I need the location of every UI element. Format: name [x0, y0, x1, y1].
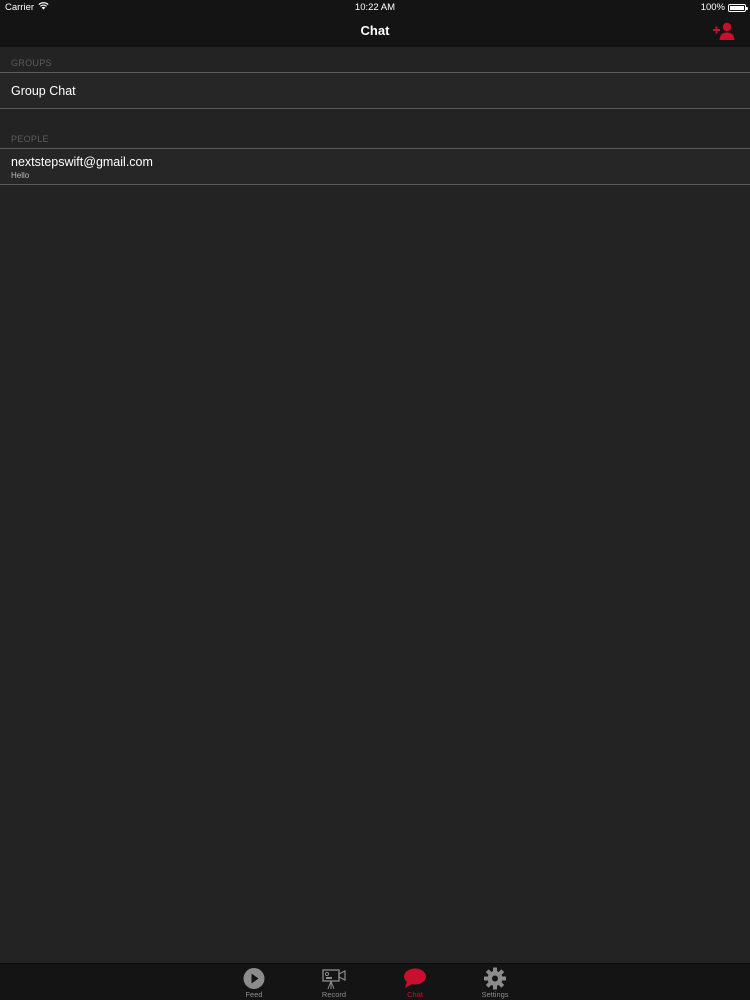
chat-bubble-icon	[404, 968, 426, 988]
section-header-people: PEOPLE	[11, 134, 49, 144]
list-item-title: Group Chat	[11, 84, 76, 98]
video-camera-icon	[322, 969, 346, 990]
tab-settings[interactable]: Settings	[455, 964, 535, 1000]
tab-label: Chat	[407, 990, 423, 999]
navigation-bar: Chat	[0, 16, 750, 47]
tab-label: Settings	[481, 990, 509, 999]
list-item-title: nextstepswift@gmail.com	[11, 155, 153, 169]
add-user-button[interactable]	[712, 21, 736, 41]
list-item-person[interactable]: nextstepswift@gmail.com Hello	[0, 148, 750, 185]
tab-bar: Feed Record Chat Settings	[0, 963, 750, 1000]
tab-feed[interactable]: Feed	[214, 964, 294, 1000]
status-bar: Carrier 10:22 AM 100%	[0, 0, 750, 16]
play-icon	[243, 968, 265, 989]
status-time: 10:22 AM	[354, 2, 396, 13]
page-title: Chat	[360, 23, 390, 38]
list-item-subtitle: Hello	[11, 171, 30, 180]
battery-percent: 100%	[700, 2, 725, 13]
gear-icon	[484, 967, 506, 990]
add-user-icon	[713, 22, 735, 40]
status-right: 100%	[700, 2, 748, 13]
chat-screen: Carrier 10:22 AM 100% Chat GROUPS Group …	[0, 0, 750, 1000]
list-item-group-chat[interactable]: Group Chat	[0, 72, 750, 109]
tab-record[interactable]: Record	[294, 964, 374, 1000]
tab-chat[interactable]: Chat	[375, 964, 455, 1000]
battery-icon	[728, 3, 748, 12]
tab-label: Feed	[245, 990, 263, 999]
section-header-groups: GROUPS	[11, 58, 52, 68]
tab-label: Record	[321, 990, 347, 999]
